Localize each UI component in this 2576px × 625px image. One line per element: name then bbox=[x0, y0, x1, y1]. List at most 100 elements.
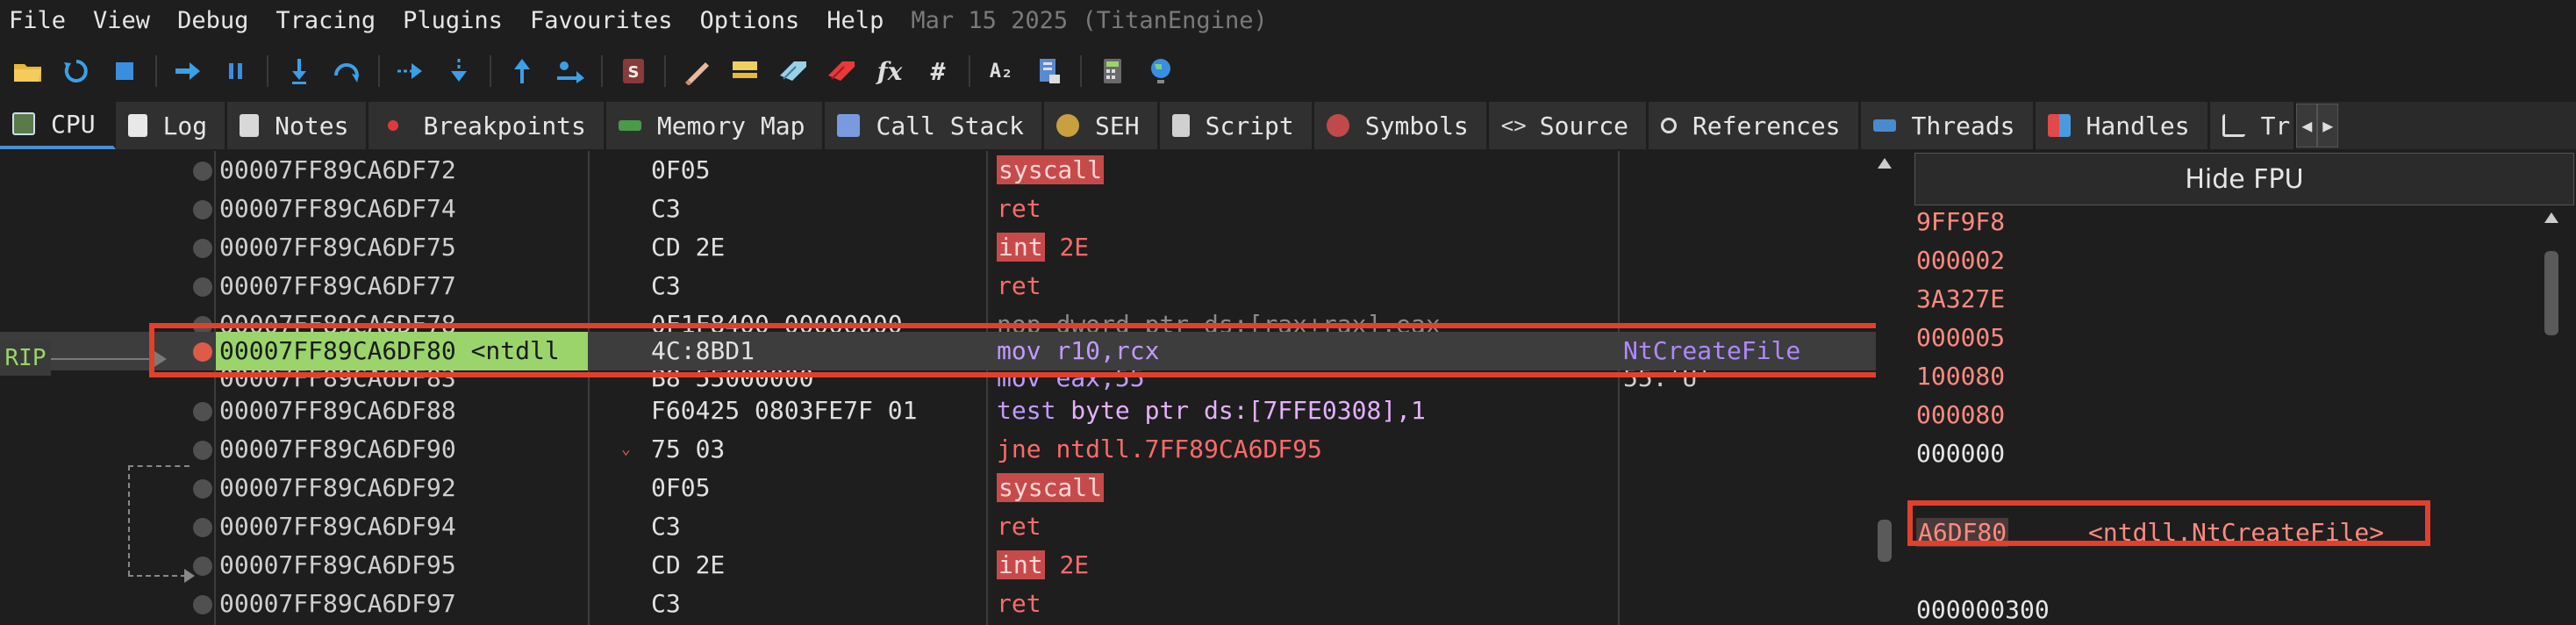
menu-favourites[interactable]: Favourites bbox=[530, 7, 673, 34]
patch-icon[interactable] bbox=[679, 54, 714, 89]
scroll-thumb[interactable] bbox=[1878, 520, 1892, 562]
tab-references[interactable]: References bbox=[1648, 102, 1861, 149]
tab-cpu[interactable]: CPU bbox=[0, 102, 116, 149]
operands[interactable]: ntdll.7FF89CA6DF95 bbox=[1055, 435, 1321, 463]
tab-source[interactable]: <> Source bbox=[1488, 102, 1649, 149]
scylla-icon[interactable]: S bbox=[616, 54, 651, 89]
menu-file[interactable]: File bbox=[9, 7, 66, 34]
register-value[interactable]: 100080 bbox=[1916, 362, 2005, 391]
execute-till-return-icon[interactable] bbox=[504, 54, 540, 89]
tab-log[interactable]: Log bbox=[115, 102, 228, 149]
stop-icon[interactable] bbox=[107, 54, 142, 89]
breakpoint-toggle[interactable] bbox=[193, 557, 212, 576]
tab-scroll-right-button[interactable]: ▶ bbox=[2317, 104, 2339, 147]
register-value[interactable]: 3A327E bbox=[1916, 284, 2005, 313]
tab-scroll-left-button[interactable]: ◀ bbox=[2296, 104, 2318, 147]
register-value[interactable]: 000000300 bbox=[1916, 595, 2050, 624]
breakpoint-toggle[interactable] bbox=[193, 518, 212, 537]
tab-threads[interactable]: Threads bbox=[1860, 102, 2036, 149]
tab-seh[interactable]: SEH bbox=[1044, 102, 1160, 149]
tab-label: Notes bbox=[275, 111, 349, 140]
tab-notes[interactable]: Notes bbox=[227, 102, 369, 149]
breakpoint-toggle[interactable] bbox=[193, 479, 212, 499]
disasm-scrollbar[interactable] bbox=[1876, 151, 1893, 625]
menu-help[interactable]: Help bbox=[826, 7, 884, 34]
strings-icon[interactable]: A₂ bbox=[984, 54, 1019, 89]
register-value[interactable]: 9FF9F8 bbox=[1916, 207, 2005, 236]
disasm-row[interactable]: 00007FF89CA6DF90 ⌄ 75 03 jne ntdll.7FF89… bbox=[0, 430, 1878, 469]
breakpoint-toggle[interactable] bbox=[193, 441, 212, 460]
tab-symbols[interactable]: Symbols bbox=[1313, 102, 1489, 149]
tab-memory-map[interactable]: Memory Map bbox=[605, 102, 826, 149]
disasm-row-current[interactable]: 00007FF89CA6DF80 <ntdll 4C:8BD1 mov r10,… bbox=[0, 332, 1878, 370]
references-icon bbox=[1660, 118, 1677, 133]
instruction: syscall bbox=[997, 151, 1105, 190]
disasm-row[interactable]: 00007FF89CA6DF97 C3 ret bbox=[0, 585, 1878, 625]
hide-fpu-button[interactable]: Hide FPU bbox=[1914, 153, 2574, 205]
menu-view[interactable]: View bbox=[93, 7, 150, 34]
disasm-row[interactable]: 00007FF89CA6DF77 C3 ret bbox=[0, 267, 1878, 305]
menu-options[interactable]: Options bbox=[700, 7, 800, 34]
tab-breakpoints[interactable]: Breakpoints bbox=[369, 102, 606, 149]
jump-line-start bbox=[128, 465, 190, 467]
disasm-row[interactable]: 00007FF89CA6DF78 0F1F8400 00000000 nop d… bbox=[0, 305, 1878, 332]
tab-call-stack[interactable]: Call Stack bbox=[825, 102, 1045, 149]
disassembly-view[interactable]: 00007FF89CA6DF72 0F05 syscall 00007FF89C… bbox=[0, 151, 1893, 625]
jump-arrow-icon bbox=[184, 569, 195, 583]
step-into-icon[interactable] bbox=[282, 54, 317, 89]
breakpoint-toggle[interactable] bbox=[193, 402, 212, 421]
run-to-user-code-icon[interactable] bbox=[553, 54, 588, 89]
menu-tracing[interactable]: Tracing bbox=[275, 7, 376, 34]
hash-icon[interactable]: # bbox=[920, 54, 955, 89]
restart-icon[interactable] bbox=[59, 54, 94, 89]
disasm-row[interactable]: 00007FF89CA6DF75 CD 2E int 2E bbox=[0, 228, 1878, 267]
tab-script[interactable]: Script bbox=[1159, 102, 1314, 149]
disasm-row[interactable]: 00007FF89CA6DF95 CD 2E int 2E bbox=[0, 546, 1878, 585]
label-icon[interactable] bbox=[776, 54, 811, 89]
calls-icon[interactable] bbox=[1032, 54, 1067, 89]
breakpoint-toggle[interactable] bbox=[193, 200, 212, 219]
bookmark-icon[interactable] bbox=[824, 54, 859, 89]
menu-debug[interactable]: Debug bbox=[177, 7, 248, 34]
disasm-row[interactable]: 00007FF89CA6DF74 C3 ret bbox=[0, 190, 1878, 228]
breakpoint-toggle[interactable] bbox=[193, 595, 212, 614]
disasm-row[interactable]: 00007FF89CA6DF72 0F05 syscall bbox=[0, 151, 1878, 190]
register-value[interactable]: 000080 bbox=[1916, 400, 2005, 429]
pause-icon[interactable] bbox=[218, 54, 254, 89]
toolbar-separator bbox=[490, 55, 491, 87]
function-icon[interactable]: fx bbox=[872, 54, 907, 89]
scroll-thumb[interactable] bbox=[2544, 251, 2558, 335]
open-icon[interactable] bbox=[11, 54, 46, 89]
disasm-row[interactable]: 00007FF89CA6DF92 0F05 syscall bbox=[0, 469, 1878, 507]
breakpoint-toggle[interactable] bbox=[193, 239, 212, 258]
scroll-up-icon[interactable] bbox=[2544, 212, 2558, 223]
step-over-icon[interactable] bbox=[330, 54, 365, 89]
register-value[interactable]: 000000 bbox=[1916, 439, 2005, 468]
address: 00007FF89CA6DF74 bbox=[219, 194, 456, 223]
bytes: CD 2E bbox=[651, 550, 726, 579]
scroll-up-icon[interactable] bbox=[1878, 158, 1892, 169]
threads-icon bbox=[1872, 119, 1896, 132]
tab-handles[interactable]: Handles bbox=[2035, 102, 2210, 149]
breakpoint-toggle[interactable] bbox=[193, 277, 212, 297]
disasm-row[interactable]: 00007FF89CA6DF94 C3 ret bbox=[0, 507, 1878, 546]
trace-into-icon[interactable] bbox=[393, 54, 428, 89]
comment-icon[interactable] bbox=[727, 54, 762, 89]
globe-icon[interactable] bbox=[1143, 54, 1178, 89]
breakpoint-toggle[interactable] bbox=[193, 162, 212, 181]
operands: byte ptr ds:[7FFE0308],1 bbox=[1070, 396, 1426, 425]
mnemonic: ret bbox=[997, 589, 1041, 618]
rip-register-value[interactable]: A6DF80 bbox=[1916, 518, 2009, 547]
calculator-icon[interactable] bbox=[1095, 54, 1130, 89]
run-icon[interactable] bbox=[170, 54, 205, 89]
breakpoint-toggle[interactable] bbox=[193, 342, 212, 362]
registers-scrollbar[interactable] bbox=[2543, 207, 2560, 625]
menu-plugins[interactable]: Plugins bbox=[403, 7, 503, 34]
trace-over-icon[interactable] bbox=[441, 54, 476, 89]
register-value[interactable]: 000005 bbox=[1916, 323, 2005, 352]
register-value[interactable]: 000002 bbox=[1916, 246, 2005, 275]
breakpoint-toggle[interactable] bbox=[193, 316, 212, 332]
tab-trace[interactable]: Tr bbox=[2209, 102, 2297, 149]
disasm-row[interactable]: 00007FF89CA6DF88 F60425 0803FE7F 01 test… bbox=[0, 392, 1878, 430]
address: 00007FF89CA6DF77 bbox=[219, 271, 456, 300]
